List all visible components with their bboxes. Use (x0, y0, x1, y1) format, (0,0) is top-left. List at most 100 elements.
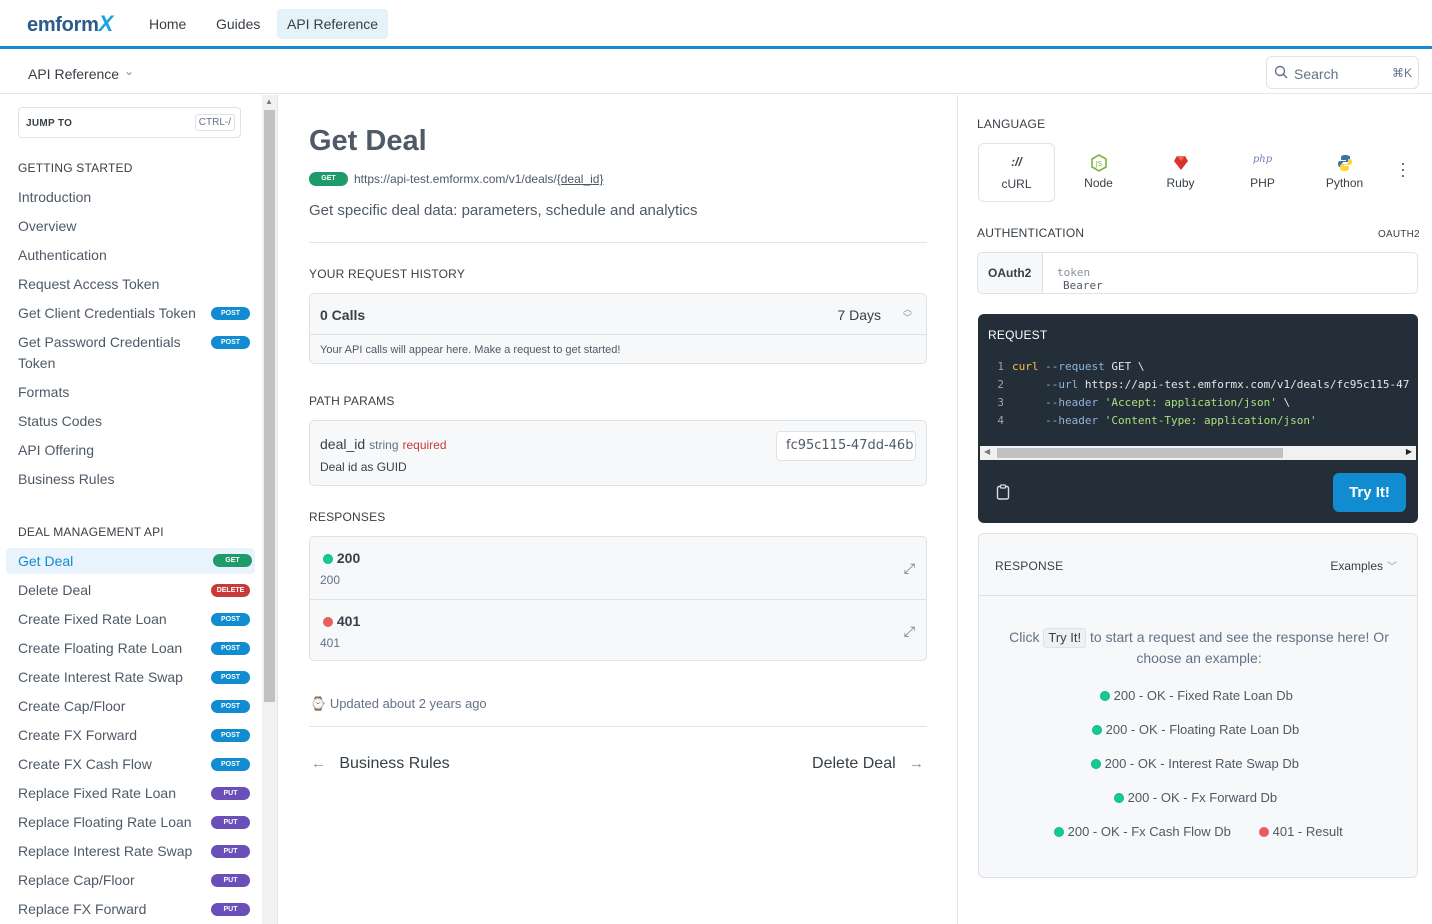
param-type: string (369, 438, 399, 452)
sidebar-item-create-fx-cash-flow[interactable]: Create FX Cash Flow POST (18, 754, 253, 775)
code-horizontal-scrollbar[interactable]: ◀ ▶ (980, 446, 1416, 460)
nav-home[interactable]: Home (139, 9, 196, 39)
put-badge: PUT (211, 903, 250, 916)
example-fx-forward[interactable]: 200 - OK - Fx Forward Db (1114, 790, 1277, 805)
sidebar-item-replace-fixed-rate-loan[interactable]: Replace Fixed Rate Loan PUT (18, 783, 253, 804)
sidebar-item-replace-interest-rate-swap[interactable]: Replace Interest Rate Swap PUT (18, 841, 253, 862)
code-line: 1 curl --request GET \ (997, 360, 1145, 373)
sidebar-item-replace-cap-floor[interactable]: Replace Cap/Floor PUT (18, 870, 253, 891)
sidebar-scrollbar-thumb[interactable] (264, 110, 275, 702)
php-icon: php (1252, 154, 1273, 165)
sidebar-item-business-rules[interactable]: Business Rules (18, 469, 253, 490)
sidebar-item-create-cap-floor[interactable]: Create Cap/Floor POST (18, 696, 253, 717)
lang-php[interactable]: php PHP (1224, 143, 1301, 202)
sidebar-item-create-fx-forward[interactable]: Create FX Forward POST (18, 725, 253, 746)
post-badge: POST (211, 307, 250, 320)
code-line: 2 --url https://api-test.emformx.com/v1/… (997, 378, 1410, 391)
param-name: deal_id string required (320, 436, 447, 452)
authentication-label: AUTHENTICATION (977, 226, 1085, 240)
scroll-up-arrow-icon[interactable]: ▲ (265, 97, 273, 106)
lang-node[interactable]: JS Node (1060, 143, 1137, 202)
example-401-result[interactable]: 401 - Result (1259, 824, 1343, 839)
code-scrollbar-thumb[interactable] (997, 448, 1283, 458)
chevron-down-icon[interactable]: ⌄ (124, 64, 134, 78)
nav-api-reference[interactable]: API Reference (277, 9, 389, 39)
clipboard-icon[interactable] (996, 484, 1010, 500)
examples-dropdown[interactable]: Examples ﹀ (1330, 558, 1397, 573)
response-description: 200 (320, 573, 341, 587)
expand-icon[interactable]: ⤢ (904, 623, 915, 640)
success-dot-icon (1092, 725, 1102, 735)
error-dot-icon (323, 617, 333, 627)
sidebar-item-get-deal[interactable]: Get Deal GET (6, 548, 255, 574)
token-input[interactable]: Bearer token (1043, 253, 1417, 293)
nav-guides[interactable]: Guides (206, 9, 270, 39)
example-floating-rate-loan[interactable]: 200 - OK - Floating Rate Loan Db (1092, 722, 1299, 737)
ruby-icon (1142, 154, 1219, 172)
sidebar-item-replace-fx-forward[interactable]: Replace FX Forward PUT (18, 899, 253, 920)
lang-ruby[interactable]: Ruby (1142, 143, 1219, 202)
prev-page-link[interactable]: ← Business Rules (311, 755, 450, 773)
last-updated: ⌚ Updated about 2 years ago (310, 696, 487, 711)
sidebar-item-overview[interactable]: Overview (18, 216, 253, 237)
sidebar-item-status-codes[interactable]: Status Codes (18, 411, 253, 432)
sidebar-item-introduction[interactable]: Introduction (18, 187, 253, 208)
error-dot-icon (1259, 827, 1269, 837)
example-fx-cash-flow[interactable]: 200 - OK - Fx Cash Flow Db (1054, 824, 1231, 839)
jump-to-shortcut: CTRL-/ (194, 114, 235, 131)
divider (309, 726, 927, 727)
delete-badge: DELETE (211, 584, 250, 597)
auth-type-label: OAUTH2 (1378, 229, 1420, 240)
response-label: RESPONSE (995, 559, 1064, 573)
scroll-right-arrow-icon[interactable]: ▶ (1406, 447, 1412, 456)
code-line: 3 --header 'Accept: application/json' \ (997, 396, 1291, 409)
sidebar-item-create-floating-rate-loan[interactable]: Create Floating Rate Loan POST (18, 638, 253, 659)
history-message: Your API calls will appear here. Make a … (320, 344, 621, 356)
watch-icon: ⌚ (310, 696, 327, 711)
code-block: 1 curl --request GET \ 2 --url https://api… (978, 358, 1418, 430)
jump-to-input[interactable]: JUMP TO CTRL-/ (18, 107, 241, 138)
endpoint-description: Get specific deal data: parameters, sche… (309, 202, 698, 219)
sidebar-item-formats[interactable]: Formats (18, 382, 253, 403)
success-dot-icon (323, 554, 333, 564)
lang-curl[interactable]: :// cURL (978, 143, 1055, 202)
sidebar-item-request-access-token[interactable]: Request Access Token (18, 274, 253, 295)
language-label: LANGUAGE (977, 117, 1046, 131)
sidebar-item-authentication[interactable]: Authentication (18, 245, 253, 266)
sidebar-item-create-fixed-rate-loan[interactable]: Create Fixed Rate Loan POST (18, 609, 253, 630)
search-input[interactable]: Search ⌘K (1266, 56, 1419, 89)
node-icon: JS (1060, 154, 1137, 172)
example-interest-rate-swap[interactable]: 200 - OK - Interest Rate Swap Db (1091, 756, 1299, 771)
expand-icon[interactable]: ⤢ (904, 560, 915, 577)
put-badge: PUT (211, 845, 250, 858)
sidebar-item-api-offering[interactable]: API Offering (18, 440, 253, 461)
try-it-button[interactable]: Try It! (1333, 473, 1406, 512)
request-label: REQUEST (988, 328, 1048, 342)
response-row-401[interactable]: 401 401 ⤢ (310, 599, 926, 661)
lang-python[interactable]: Python (1306, 143, 1383, 202)
success-dot-icon (1114, 793, 1124, 803)
response-code: 401 (323, 613, 360, 629)
search-icon (1274, 65, 1288, 79)
deal-id-input[interactable]: fc95c115-47dd-46b (776, 431, 916, 461)
section-dropdown[interactable]: API Reference (28, 66, 119, 82)
days-select[interactable]: 7 Days (837, 307, 881, 323)
success-dot-icon (1091, 759, 1101, 769)
sidebar-item-password-credentials[interactable]: Get Password Credentials Token POST (18, 332, 253, 374)
bearer-prefix: Bearer (1063, 279, 1103, 292)
arrow-left-icon: ← (311, 755, 326, 772)
sidebar-item-delete-deal[interactable]: Delete Deal DELETE (18, 580, 253, 601)
response-intro: Click Try It! to start a request and see… (1009, 628, 1389, 666)
sidebar-item-create-interest-rate-swap[interactable]: Create Interest Rate Swap POST (18, 667, 253, 688)
sidebar-item-client-credentials[interactable]: Get Client Credentials Token POST (18, 303, 253, 324)
scroll-left-arrow-icon[interactable]: ◀ (984, 447, 990, 456)
more-options-icon[interactable]: · · · (1400, 154, 1406, 184)
next-page-link[interactable]: Delete Deal → (812, 755, 924, 773)
up-down-chevron-icon[interactable]: ︿ ﹀ (903, 305, 912, 323)
brand-logo[interactable]: emformX (27, 11, 113, 37)
example-fixed-rate-loan[interactable]: 200 - OK - Fixed Rate Loan Db (1100, 688, 1293, 703)
path-param-card: deal_id string required Deal id as GUID fc… (309, 420, 927, 486)
sidebar-item-replace-floating-rate-loan[interactable]: Replace Floating Rate Loan PUT (18, 812, 253, 833)
response-row-200[interactable]: 200 200 ⤢ (310, 537, 926, 599)
param-description: Deal id as GUID (320, 460, 407, 474)
